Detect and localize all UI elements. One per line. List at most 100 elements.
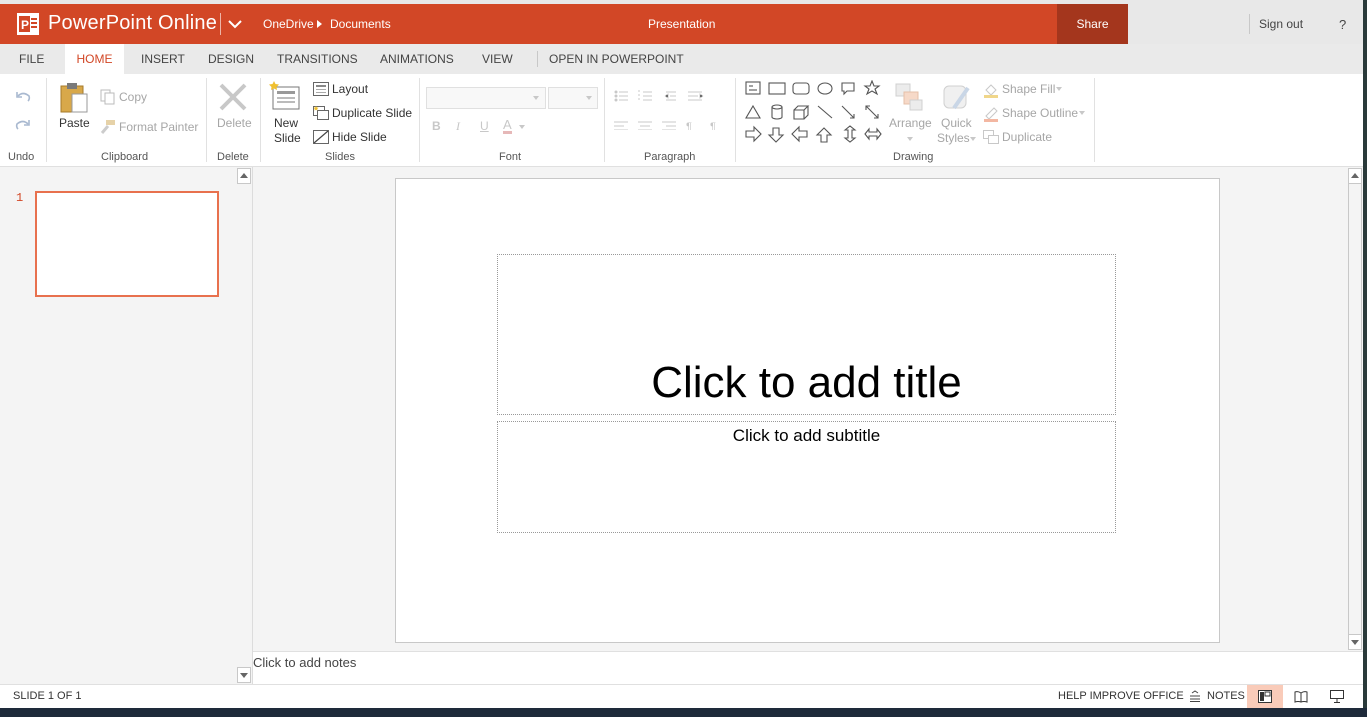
duplicate-icon[interactable] (983, 130, 999, 144)
new-slide-button-line2[interactable]: Slide (274, 131, 301, 145)
tab-animations[interactable]: ANIMATIONS (380, 44, 454, 74)
underline-icon[interactable]: U (480, 119, 489, 133)
scroll-down-button[interactable] (237, 667, 251, 683)
shapes-gallery[interactable] (744, 80, 884, 146)
italic-icon[interactable]: I (456, 119, 460, 134)
document-title[interactable]: Presentation (648, 17, 715, 31)
taskbar-edge (0, 708, 1367, 717)
delete-button[interactable]: Delete (217, 116, 252, 130)
format-painter-icon[interactable] (100, 119, 116, 135)
subtitle-placeholder-text: Click to add subtitle (732, 426, 881, 445)
copy-button[interactable]: Copy (119, 90, 147, 104)
slide-count: SLIDE 1 OF 1 (13, 690, 82, 702)
svg-text:¶: ¶ (710, 121, 716, 130)
new-slide-icon[interactable] (269, 81, 301, 111)
font-name-dropdown[interactable] (426, 87, 546, 109)
ribbon: Undo Paste Copy Format Painter Clipboard… (0, 74, 1363, 167)
scroll-down-button[interactable] (1348, 634, 1362, 650)
bold-icon[interactable]: B (432, 119, 441, 133)
tab-design[interactable]: DESIGN (208, 44, 254, 74)
copy-icon[interactable] (100, 89, 116, 105)
duplicate-slide-icon[interactable] (313, 106, 329, 120)
title-bar: P PowerPoint Online OneDrive Documents P… (0, 4, 1363, 44)
tab-insert[interactable]: INSERT (141, 44, 185, 74)
status-bar: SLIDE 1 OF 1 HELP IMPROVE OFFICE NOTES (0, 684, 1363, 709)
tab-open-in-powerpoint[interactable]: OPEN IN POWERPOINT (549, 44, 684, 74)
chevron-up-icon (1351, 173, 1359, 178)
group-label-slides: Slides (325, 151, 355, 163)
tab-transitions[interactable]: TRANSITIONS (277, 44, 358, 74)
paste-clipboard-icon[interactable] (59, 80, 89, 114)
breadcrumb-arrow-icon (317, 20, 322, 28)
tab-view[interactable]: VIEW (482, 44, 513, 74)
tab-file[interactable]: FILE (19, 44, 44, 74)
chevron-down-icon[interactable] (227, 14, 243, 34)
font-color-icon[interactable]: A (503, 118, 512, 134)
group-separator (735, 78, 736, 162)
chevron-up-icon (240, 173, 248, 178)
slide-thumbnail[interactable] (35, 191, 219, 297)
group-separator (206, 78, 207, 162)
chevron-down-icon (1079, 111, 1085, 115)
shape-fill-button[interactable]: Shape Fill (1002, 82, 1055, 96)
powerpoint-logo-icon[interactable]: P (16, 12, 40, 36)
chevron-down-icon (1056, 87, 1062, 91)
account-area: Sign out ? (1128, 4, 1363, 44)
editing-view-button[interactable] (1247, 685, 1283, 709)
duplicate-slide-button[interactable]: Duplicate Slide (332, 106, 412, 120)
slide-show-icon (1330, 690, 1344, 703)
quick-styles-button-line1[interactable]: Quick (941, 116, 972, 130)
reading-view-button[interactable] (1283, 685, 1319, 709)
arrange-button[interactable]: Arrange (889, 116, 932, 130)
tab-separator (537, 51, 538, 67)
undo-icon[interactable] (14, 88, 32, 106)
app-name[interactable]: PowerPoint Online (48, 12, 217, 35)
slide-editor: Click to add title Click to add subtitle (253, 167, 1363, 651)
scroll-up-button[interactable] (237, 168, 251, 184)
help-improve-office-link[interactable]: HELP IMPROVE OFFICE (1058, 690, 1184, 702)
quick-styles-button-line2[interactable]: Styles (937, 131, 970, 145)
breadcrumb-onedrive[interactable]: OneDrive (263, 17, 314, 31)
hide-slide-icon[interactable] (313, 130, 329, 144)
notes-pane[interactable]: Click to add notes (253, 651, 1363, 685)
group-label-delete: Delete (217, 151, 249, 163)
arrange-icon[interactable] (894, 82, 924, 112)
chevron-down-icon (240, 673, 248, 678)
shape-outline-button[interactable]: Shape Outline (1002, 106, 1078, 120)
notes-icon[interactable] (1189, 690, 1201, 702)
subtitle-placeholder[interactable]: Click to add subtitle (497, 421, 1116, 533)
share-button[interactable]: Share (1057, 4, 1128, 44)
slide-show-button[interactable] (1319, 685, 1355, 709)
vertical-scrollbar[interactable] (1348, 184, 1362, 634)
new-slide-button-line1[interactable]: New (274, 116, 298, 130)
tab-home[interactable]: HOME (65, 44, 124, 74)
scroll-up-button[interactable] (1348, 168, 1362, 184)
shape-fill-icon[interactable] (983, 82, 999, 98)
chevron-down-icon (907, 137, 913, 141)
notes-toggle[interactable]: NOTES (1207, 690, 1245, 702)
ribbon-tabs: FILE HOME INSERT DESIGN TRANSITIONS ANIM… (0, 44, 1363, 74)
slide-canvas[interactable]: Click to add title Click to add subtitle (395, 178, 1220, 643)
quick-styles-icon[interactable] (942, 82, 972, 112)
delete-x-icon[interactable] (218, 82, 248, 112)
format-painter-button[interactable]: Format Painter (119, 120, 198, 134)
breadcrumb-documents[interactable]: Documents (330, 17, 391, 31)
shape-outline-icon[interactable] (983, 106, 999, 122)
notes-placeholder[interactable]: Click to add notes (253, 655, 356, 670)
chevron-down-icon (1351, 640, 1359, 645)
paste-button[interactable]: Paste (59, 116, 90, 130)
reading-view-icon (1294, 691, 1308, 703)
slide-number: 1 (16, 191, 24, 205)
help-button[interactable]: ? (1339, 17, 1346, 32)
title-placeholder[interactable]: Click to add title (497, 254, 1116, 415)
hide-slide-button[interactable]: Hide Slide (332, 130, 387, 144)
layout-icon[interactable] (313, 82, 329, 96)
redo-icon[interactable] (14, 116, 32, 134)
sign-out-link[interactable]: Sign out (1259, 17, 1303, 31)
duplicate-button[interactable]: Duplicate (1002, 130, 1052, 144)
layout-button[interactable]: Layout (332, 82, 368, 96)
group-label-clipboard: Clipboard (101, 151, 149, 163)
powerpoint-online-window: P PowerPoint Online OneDrive Documents P… (0, 0, 1363, 717)
group-separator (260, 78, 261, 162)
editing-view-icon (1258, 690, 1272, 703)
